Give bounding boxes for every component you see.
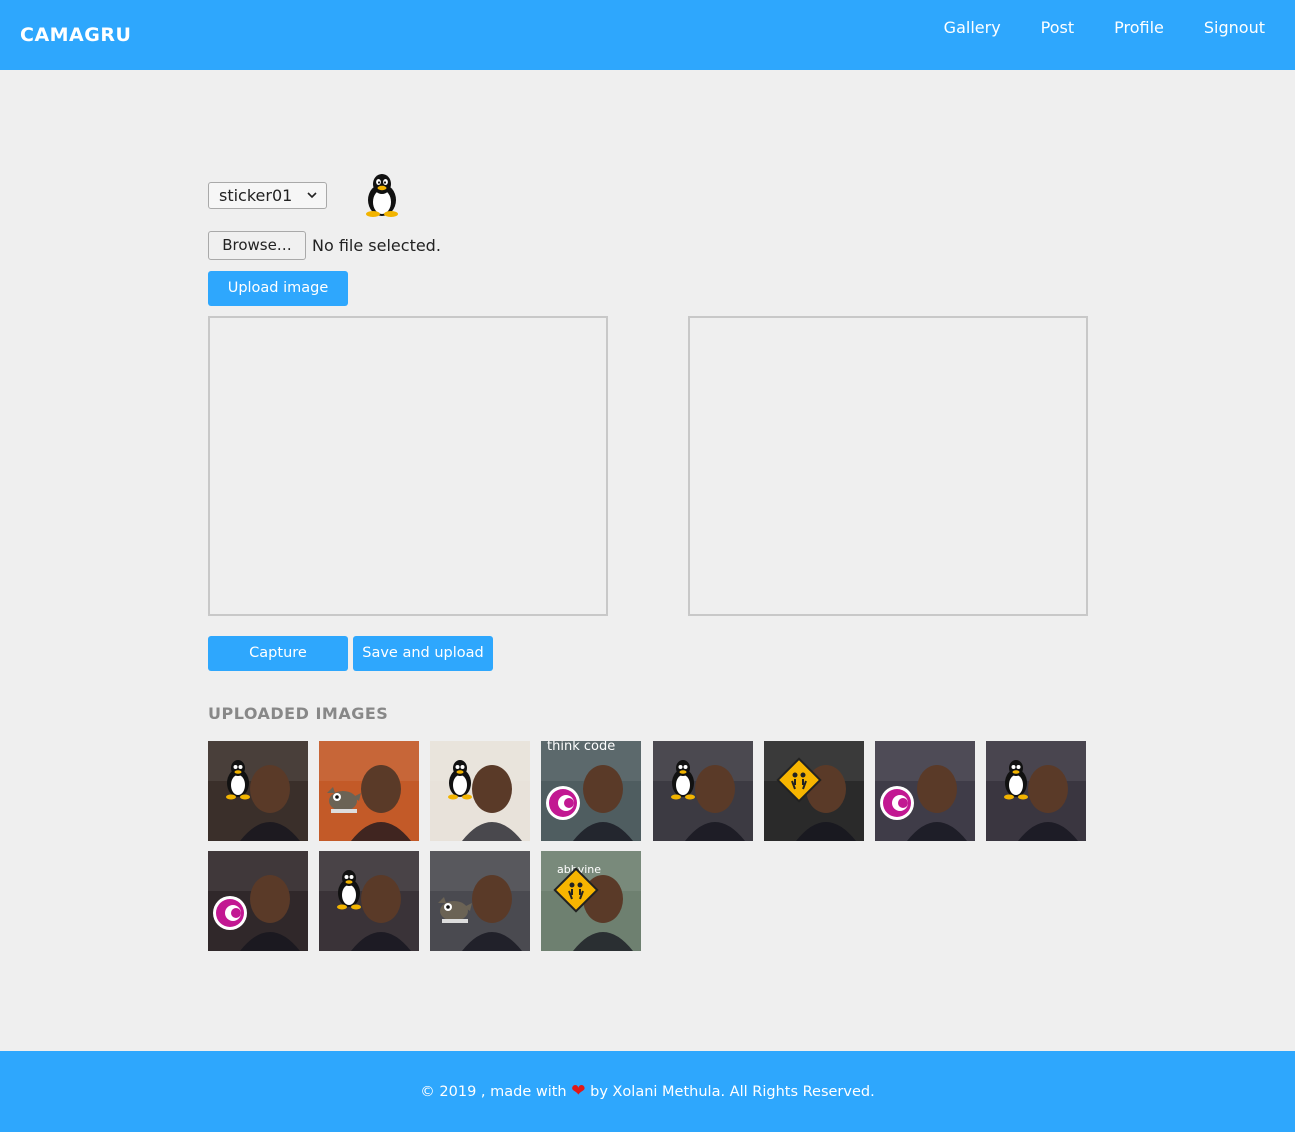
uploaded-images-heading: UPLOADED IMAGES bbox=[208, 704, 389, 723]
nav-links: Gallery Post Profile Signout bbox=[904, 18, 1265, 37]
footer: © 2019 , made with ❤ by Xolani Methula. … bbox=[0, 1051, 1295, 1132]
uploaded-thumbnail[interactable] bbox=[764, 741, 864, 841]
uploaded-thumbnail[interactable] bbox=[875, 741, 975, 841]
tux-penguin-icon bbox=[360, 172, 404, 218]
uploaded-thumbnail[interactable] bbox=[430, 851, 530, 951]
nav-link-signout[interactable]: Signout bbox=[1204, 18, 1265, 37]
capture-canvas-frame bbox=[688, 316, 1088, 616]
thumbnail-caption: think code bbox=[547, 741, 615, 754]
sticker-select[interactable]: sticker01 bbox=[208, 182, 327, 209]
uploaded-thumbnail[interactable] bbox=[319, 741, 419, 841]
file-input: Browse… No file selected. bbox=[208, 231, 441, 260]
navbar: CAMAGRU Gallery Post Profile Signout bbox=[0, 0, 1295, 70]
nav-link-post[interactable]: Post bbox=[1041, 18, 1074, 37]
capture-button[interactable]: Capture bbox=[208, 636, 348, 671]
browse-button[interactable]: Browse… bbox=[208, 231, 306, 260]
heart-icon: ❤ bbox=[571, 1081, 586, 1101]
footer-text-before: © 2019 , made with bbox=[420, 1084, 572, 1100]
save-and-upload-button[interactable]: Save and upload bbox=[353, 636, 493, 671]
upload-image-button[interactable]: Upload image bbox=[208, 271, 348, 306]
uploaded-thumbnail[interactable]: abbvine bbox=[541, 851, 641, 951]
sticker-select-value: sticker01 bbox=[219, 186, 293, 205]
uploaded-thumbnail[interactable] bbox=[986, 741, 1086, 841]
footer-text-after: by Xolani Methula. All Rights Reserved. bbox=[585, 1084, 875, 1100]
uploaded-thumbnail[interactable] bbox=[319, 851, 419, 951]
nav-link-profile[interactable]: Profile bbox=[1114, 18, 1164, 37]
chevron-down-icon bbox=[306, 183, 318, 217]
uploaded-thumbnail[interactable] bbox=[653, 741, 753, 841]
brand-logo[interactable]: CAMAGRU bbox=[20, 24, 131, 46]
nav-link-gallery[interactable]: Gallery bbox=[944, 18, 1001, 37]
uploaded-thumbnail[interactable] bbox=[208, 741, 308, 841]
uploaded-thumbnail[interactable] bbox=[208, 851, 308, 951]
webcam-video-frame bbox=[208, 316, 608, 616]
uploaded-thumbnail[interactable] bbox=[430, 741, 530, 841]
uploaded-thumbnail[interactable]: think code bbox=[541, 741, 641, 841]
file-status: No file selected. bbox=[312, 236, 441, 255]
